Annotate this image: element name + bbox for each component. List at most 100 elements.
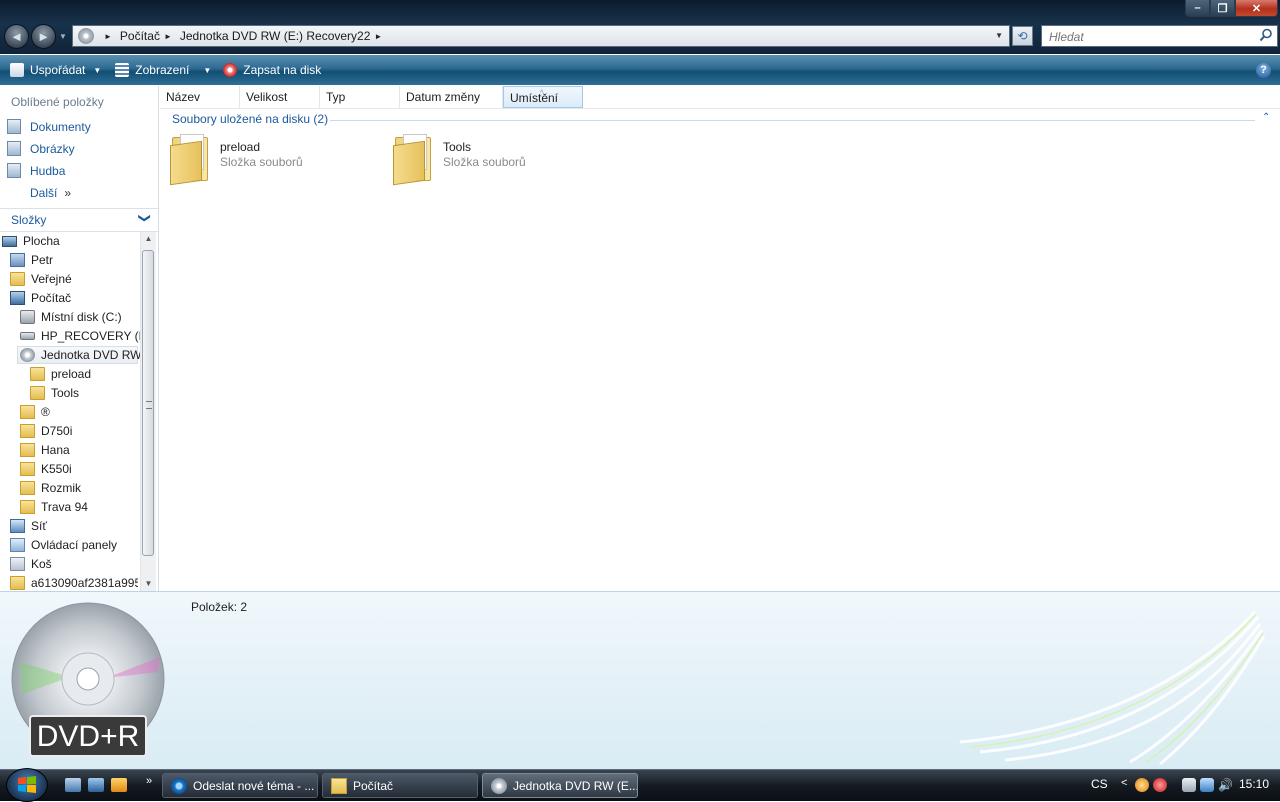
search-input[interactable] — [1047, 27, 1251, 47]
volume-icon[interactable]: 🔊 — [1218, 778, 1233, 792]
tree-item-recycle-bin[interactable]: Koš — [10, 555, 52, 573]
decorative-swoosh-graphic — [959, 610, 1266, 766]
tree-item-desktop[interactable]: Plocha — [2, 232, 60, 250]
windows-logo-icon — [18, 776, 36, 793]
burn-label: Zapsat na disk — [243, 63, 322, 77]
sort-arrow-icon: ^ — [540, 90, 544, 97]
address-dropdown-icon[interactable]: ▼ — [995, 31, 1003, 40]
tray-app-icon[interactable] — [1135, 778, 1149, 792]
column-size[interactable]: Velikost — [240, 86, 320, 108]
views-label: Zobrazení — [135, 63, 190, 77]
tree-item-drive-d[interactable]: HP_RECOVERY (D: — [20, 327, 151, 345]
tree-item-hana[interactable]: Hana — [20, 441, 70, 459]
phone-icon — [20, 443, 35, 457]
tree-item-network[interactable]: Síť — [10, 517, 47, 535]
tree-label: a613090af2381a9956 — [31, 576, 138, 590]
chevron-down-icon: ▼ — [93, 65, 102, 75]
tree-item-rozmik[interactable]: Rozmik — [20, 479, 81, 497]
tree-item-computer[interactable]: Počítač — [10, 289, 71, 307]
search-icon[interactable] — [1259, 28, 1273, 42]
tree-label: Petr — [31, 253, 54, 267]
favorite-documents[interactable]: Dokumenty — [7, 119, 91, 134]
organize-button[interactable]: Uspořádat ▼ — [10, 63, 101, 77]
tree-label: Veřejné — [31, 272, 72, 286]
tree-label: D750i — [41, 424, 73, 438]
item-count: Položek: 2 — [191, 600, 248, 614]
maximize-button[interactable]: ❐ — [1210, 0, 1235, 17]
taskbar-button-dvd-drive[interactable]: Jednotka DVD RW (E... — [482, 773, 638, 798]
tree-item-dvd-drive[interactable]: Jednotka DVD RW — [17, 346, 141, 364]
media-player-icon[interactable] — [111, 778, 127, 792]
taskbar-button-browser[interactable]: Odeslat nové téma - ... — [162, 773, 318, 798]
refresh-icon: ⟲ — [1017, 29, 1028, 43]
folders-header[interactable]: Složky ❯ — [0, 208, 158, 232]
burn-to-disc-button[interactable]: Zapsat na disk — [223, 63, 321, 77]
scrollbar-thumb[interactable] — [142, 250, 154, 556]
column-type[interactable]: Typ — [320, 86, 400, 108]
phone-icon — [20, 500, 35, 514]
favorite-pictures[interactable]: Obrázky — [7, 141, 75, 156]
computer-icon — [10, 291, 25, 305]
folder-icon — [10, 272, 25, 286]
tree-item-device[interactable]: ® — [20, 403, 50, 421]
file-name: preload — [220, 140, 261, 154]
tree-item-control-panel[interactable]: Ovládací panely — [10, 536, 117, 554]
views-button[interactable]: Zobrazení ▼ — [115, 63, 211, 77]
address-bar[interactable]: ► Počítač ► Jednotka DVD RW (E:) Recover… — [72, 25, 1010, 47]
clock[interactable]: 15:10 — [1239, 777, 1269, 791]
tree-item-folder[interactable]: a613090af2381a9956 — [10, 574, 138, 592]
breadcrumb-separator-icon[interactable]: ► — [104, 32, 112, 41]
language-indicator[interactable]: CS — [1091, 777, 1108, 791]
taskbar: » Odeslat nové téma - ... Počítač Jednot… — [0, 768, 1280, 802]
folder-icon — [170, 133, 210, 186]
breadcrumb-separator-icon[interactable]: ► — [164, 32, 172, 41]
help-icon[interactable]: ? — [1256, 63, 1271, 78]
file-item-preload[interactable]: preload Složka souborů — [170, 133, 303, 186]
favorite-music[interactable]: Hudba — [7, 163, 65, 178]
favorites-more-link[interactable]: Další » — [30, 186, 71, 200]
back-button[interactable]: ◄ — [4, 24, 29, 49]
tree-label: Počítač — [31, 291, 72, 305]
refresh-button[interactable]: ⟲ — [1012, 26, 1033, 46]
tree-item-preload[interactable]: preload — [30, 365, 91, 383]
breadcrumb-dvd-drive[interactable]: Jednotka DVD RW (E:) Recovery22 — [180, 29, 371, 43]
tree-item-d750i[interactable]: D750i — [20, 422, 72, 440]
start-button[interactable] — [6, 768, 48, 802]
tree-item-trava[interactable]: Trava 94 — [20, 498, 88, 516]
tree-item-k550i[interactable]: K550i — [20, 460, 72, 478]
scroll-up-icon[interactable]: ▲ — [141, 232, 156, 246]
network-icon[interactable] — [1200, 778, 1214, 792]
search-box[interactable] — [1041, 25, 1278, 47]
group-header[interactable]: Soubory uložené na disku (2) — [172, 112, 328, 126]
taskbar-button-computer[interactable]: Počítač — [322, 773, 478, 798]
show-desktop-icon[interactable] — [65, 778, 81, 792]
column-date-modified[interactable]: Datum změny — [400, 86, 503, 108]
switch-windows-icon[interactable] — [88, 778, 104, 792]
tree-item-tools[interactable]: Tools — [30, 384, 79, 402]
folders-scrollbar[interactable]: ▲ ▼ — [140, 232, 156, 591]
tree-label: Tools — [51, 386, 80, 400]
column-name[interactable]: Název — [160, 86, 240, 108]
breadcrumb-separator-icon[interactable]: ► — [374, 32, 382, 41]
tree-item-public[interactable]: Veřejné — [10, 270, 72, 288]
column-location[interactable]: Umístění ^ — [503, 86, 583, 108]
tray-security-icon[interactable] — [1153, 778, 1167, 792]
task-label: Počítač — [353, 778, 394, 793]
collapse-icon[interactable]: ⌃ — [1262, 112, 1270, 123]
tree-item-drive-c[interactable]: Místní disk (C:) — [20, 308, 122, 326]
quicklaunch-more-icon[interactable]: » — [146, 775, 152, 787]
forward-button[interactable]: ► — [31, 24, 56, 49]
close-button[interactable]: ✕ — [1235, 0, 1278, 17]
recent-pages-dropdown[interactable]: ▼ — [59, 32, 67, 41]
tree-label: Plocha — [23, 234, 60, 248]
tree-label: Koš — [31, 557, 52, 571]
safely-remove-icon[interactable] — [1182, 778, 1196, 792]
show-hidden-icons[interactable]: < — [1121, 777, 1127, 789]
favorite-label: Dokumenty — [30, 119, 91, 134]
minimize-button[interactable]: – — [1185, 0, 1210, 17]
tree-item-user[interactable]: Petr — [10, 251, 53, 269]
tree-label: Hana — [41, 443, 70, 457]
scroll-down-icon[interactable]: ▼ — [141, 577, 156, 591]
breadcrumb-computer[interactable]: Počítač — [120, 29, 160, 43]
file-item-tools[interactable]: Tools Složka souborů — [393, 133, 526, 186]
